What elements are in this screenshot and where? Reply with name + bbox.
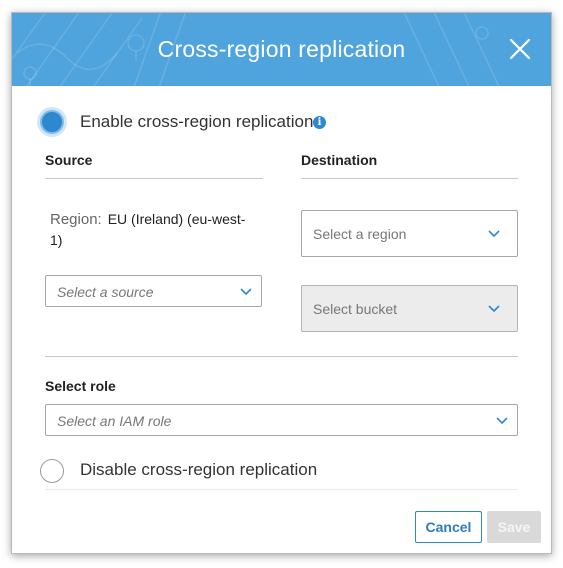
role-heading: Select role [45, 378, 116, 394]
destination-bucket-select[interactable]: Select bucket [301, 285, 518, 332]
cancel-button[interactable]: Cancel [415, 511, 482, 543]
close-button[interactable] [506, 35, 534, 63]
info-icon[interactable]: i [313, 116, 326, 129]
dialog-header: Cross-region replication [12, 13, 551, 86]
dialog-title: Cross-region replication [157, 36, 406, 62]
disable-replication-label[interactable]: Disable cross-region replication [80, 460, 317, 480]
chevron-down-icon [488, 230, 500, 238]
iam-role-select[interactable]: Select an IAM role [45, 404, 518, 436]
region-value: EU (Ireland) (eu-west- [107, 211, 246, 227]
region-value-cont: 1) [50, 232, 63, 248]
footer-divider [45, 489, 518, 490]
enable-replication-label[interactable]: Enable cross-region replication [80, 112, 313, 132]
chevron-down-icon [496, 417, 508, 425]
chevron-down-icon [240, 288, 252, 296]
enable-replication-radio[interactable] [40, 110, 64, 134]
destination-divider [301, 178, 518, 179]
destination-region-placeholder: Select a region [313, 226, 407, 242]
region-label: Region: [50, 211, 102, 228]
destination-heading: Destination [301, 152, 378, 168]
destination-region-select[interactable]: Select a region [301, 210, 518, 257]
source-select-placeholder: Select a source [57, 284, 154, 300]
chevron-down-icon [488, 305, 500, 313]
disable-replication-radio[interactable] [40, 459, 64, 483]
destination-bucket-placeholder: Select bucket [313, 301, 398, 317]
source-heading: Source [45, 152, 93, 168]
source-divider [45, 178, 263, 179]
close-icon [509, 38, 531, 60]
replication-dialog: Cross-region replication Enable cross-re… [11, 12, 552, 554]
save-button[interactable]: Save [487, 511, 541, 543]
role-divider [45, 356, 518, 357]
iam-role-placeholder: Select an IAM role [57, 413, 172, 429]
source-select[interactable]: Select a source [45, 275, 262, 307]
source-region: Region: EU (Ireland) (eu-west- 1) [50, 209, 265, 251]
